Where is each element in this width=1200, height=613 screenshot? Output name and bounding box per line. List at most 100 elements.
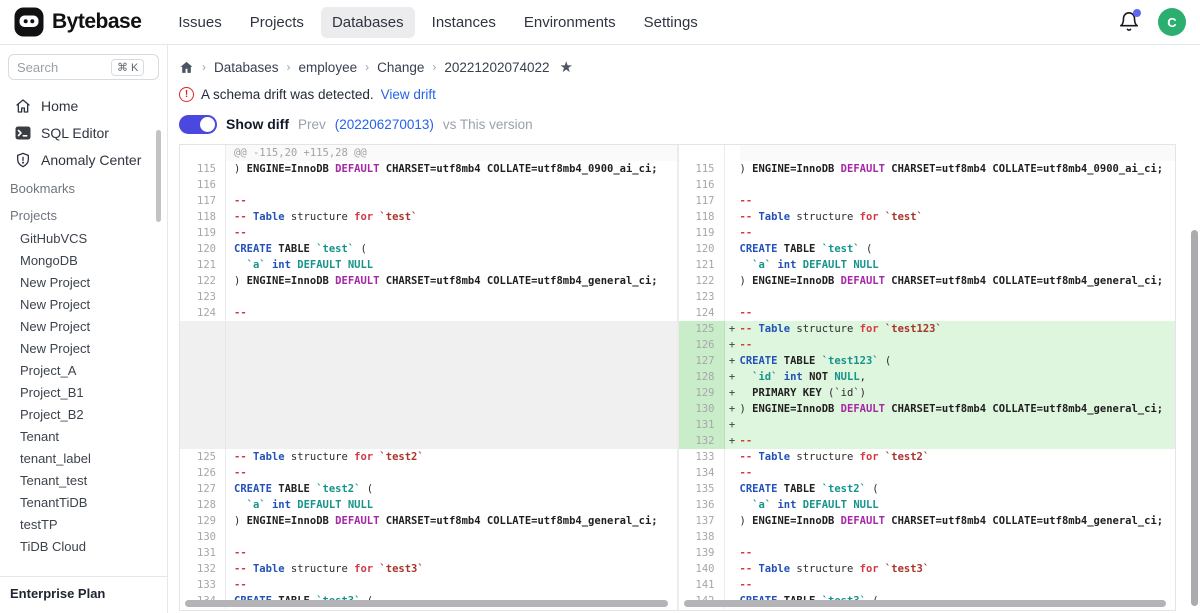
sidebar-project-project-b2[interactable]: Project_B2 <box>0 403 167 425</box>
diff-horizontal-scrollbar[interactable] <box>185 600 668 607</box>
nav-item-instances[interactable]: Instances <box>421 7 507 38</box>
code-line <box>226 529 677 545</box>
code-token: -- <box>740 467 753 479</box>
code-line: -- Table structure for `test123` <box>740 321 1176 337</box>
code-token: COLLATE=utf8mb4_general_ci; <box>487 275 658 287</box>
sidebar-project-new-project[interactable]: New Project <box>0 293 167 315</box>
diff-sign: + <box>725 385 740 401</box>
sidebar-item-anomaly-center[interactable]: Anomaly Center <box>0 146 167 173</box>
diff-line: 128 `a` int DEFAULT NULL <box>180 497 677 513</box>
sidebar-project-tenanttidb[interactable]: TenantTiDB <box>0 491 167 513</box>
diff-sign <box>725 177 740 193</box>
code-token <box>740 259 753 271</box>
page-vertical-scrollbar[interactable] <box>1191 230 1198 606</box>
code-token: (`id`) <box>828 387 866 399</box>
code-token: Table <box>253 563 291 575</box>
code-line: -- Table structure for `test2` <box>226 449 677 465</box>
sidebar-scrollbar[interactable] <box>156 130 161 222</box>
line-number: 123 <box>679 289 725 305</box>
sidebar-project-tenant-label[interactable]: tenant_label <box>0 447 167 469</box>
diff-line: 135CREATE TABLE `test2` ( <box>679 481 1176 497</box>
code-token: ENGINE=InnoDB <box>247 275 336 287</box>
plan-badge: Enterprise Plan <box>0 576 167 613</box>
vs-label: vs This version <box>443 117 533 132</box>
sidebar-item-sql-editor[interactable]: SQL Editor <box>0 119 167 146</box>
code-line: -- <box>226 465 677 481</box>
code-token: CHARSET=utf8mb4 <box>891 163 992 175</box>
line-number: 122 <box>679 273 725 289</box>
code-token: TABLE <box>278 243 316 255</box>
search-input[interactable] <box>17 60 107 75</box>
diff-line: 137) ENGINE=InnoDB DEFAULT CHARSET=utf8m… <box>679 513 1176 529</box>
bookmark-star-icon[interactable]: ★ <box>560 58 573 76</box>
nav-item-databases[interactable]: Databases <box>321 7 415 38</box>
show-diff-toggle[interactable] <box>179 115 217 134</box>
line-number <box>180 401 226 417</box>
sidebar-project-githubvcs[interactable]: GitHubVCS <box>0 227 167 249</box>
code-line <box>226 385 677 401</box>
code-token: CREATE <box>740 243 784 255</box>
breadcrumb-item-change[interactable]: Change <box>377 60 424 75</box>
code-token: ( <box>367 483 373 495</box>
sidebar-project-new-project[interactable]: New Project <box>0 337 167 359</box>
line-number: 131 <box>180 545 226 561</box>
code-token: for <box>354 563 379 575</box>
sidebar-project-project-a[interactable]: Project_A <box>0 359 167 381</box>
diff-horizontal-scrollbar[interactable] <box>684 600 1167 607</box>
diff-sign <box>725 241 740 257</box>
code-token: -- <box>234 211 253 223</box>
schema-diff-viewer: @@ -115,20 +115,28 @@115) ENGINE=InnoDB … <box>179 144 1176 611</box>
breadcrumb-item-employee[interactable]: employee <box>299 60 358 75</box>
code-token: `a` <box>247 499 272 511</box>
sidebar-section-bookmarks[interactable]: Bookmarks <box>0 173 167 200</box>
bytebase-logo[interactable]: Bytebase <box>14 7 141 37</box>
code-line: CREATE TABLE `test2` ( <box>226 481 677 497</box>
sidebar-project-testtp[interactable]: testTP <box>0 513 167 535</box>
code-token: CHARSET=utf8mb4 <box>891 515 992 527</box>
view-drift-link[interactable]: View drift <box>381 87 436 102</box>
line-number: 117 <box>679 193 725 209</box>
sidebar-project-mongodb[interactable]: MongoDB <box>0 249 167 271</box>
code-token: `test2` <box>316 483 367 495</box>
line-number: 131 <box>679 417 725 433</box>
sidebar-project-project-b1[interactable]: Project_B1 <box>0 381 167 403</box>
code-line: ) ENGINE=InnoDB DEFAULT CHARSET=utf8mb4 … <box>226 273 677 289</box>
code-token: CREATE <box>740 483 784 495</box>
diff-line: 126-- <box>180 465 677 481</box>
code-line: -- Table structure for `test3` <box>226 561 677 577</box>
code-line: `id` int NOT NULL, <box>740 369 1176 385</box>
code-token: COLLATE=utf8mb4_general_ci; <box>487 515 658 527</box>
diff-line: 122) ENGINE=InnoDB DEFAULT CHARSET=utf8m… <box>679 273 1176 289</box>
code-line: -- <box>740 545 1176 561</box>
nav-item-settings[interactable]: Settings <box>633 7 709 38</box>
line-number: 117 <box>180 193 226 209</box>
sidebar-project-tenant-test[interactable]: Tenant_test <box>0 469 167 491</box>
code-token: Table <box>253 211 291 223</box>
code-line <box>226 353 677 369</box>
nav-item-environments[interactable]: Environments <box>513 7 627 38</box>
sidebar-project-new-project[interactable]: New Project <box>0 315 167 337</box>
code-token: ( <box>885 355 891 367</box>
sidebar-item-home[interactable]: Home <box>0 92 167 119</box>
breadcrumb-item-databases[interactable]: Databases <box>214 60 279 75</box>
avatar[interactable]: C <box>1158 8 1186 36</box>
code-token: Table <box>253 451 291 463</box>
nav-item-issues[interactable]: Issues <box>167 7 232 38</box>
nav-item-projects[interactable]: Projects <box>239 7 315 38</box>
code-line: `a` int DEFAULT NULL <box>226 497 677 513</box>
diff-line: 141-- <box>679 577 1176 593</box>
sidebar-item-label: Home <box>41 98 78 114</box>
sidebar-section-projects[interactable]: Projects <box>0 200 167 227</box>
sidebar-project-tenant[interactable]: Tenant <box>0 425 167 447</box>
line-number: 129 <box>180 513 226 529</box>
sidebar-project-new-project[interactable]: New Project <box>0 271 167 293</box>
diff-line: 117-- <box>180 193 677 209</box>
code-line: ) ENGINE=InnoDB DEFAULT CHARSET=utf8mb4 … <box>740 161 1176 177</box>
diff-sign: + <box>725 369 740 385</box>
code-token: ) <box>740 403 753 415</box>
notification-bell-icon[interactable] <box>1118 11 1140 33</box>
sidebar-project-tidb-cloud[interactable]: TiDB Cloud <box>0 535 167 557</box>
line-number: 116 <box>180 177 226 193</box>
breadcrumb-home-icon[interactable] <box>179 60 194 75</box>
prev-version-link[interactable]: (202206270013) <box>335 117 434 132</box>
